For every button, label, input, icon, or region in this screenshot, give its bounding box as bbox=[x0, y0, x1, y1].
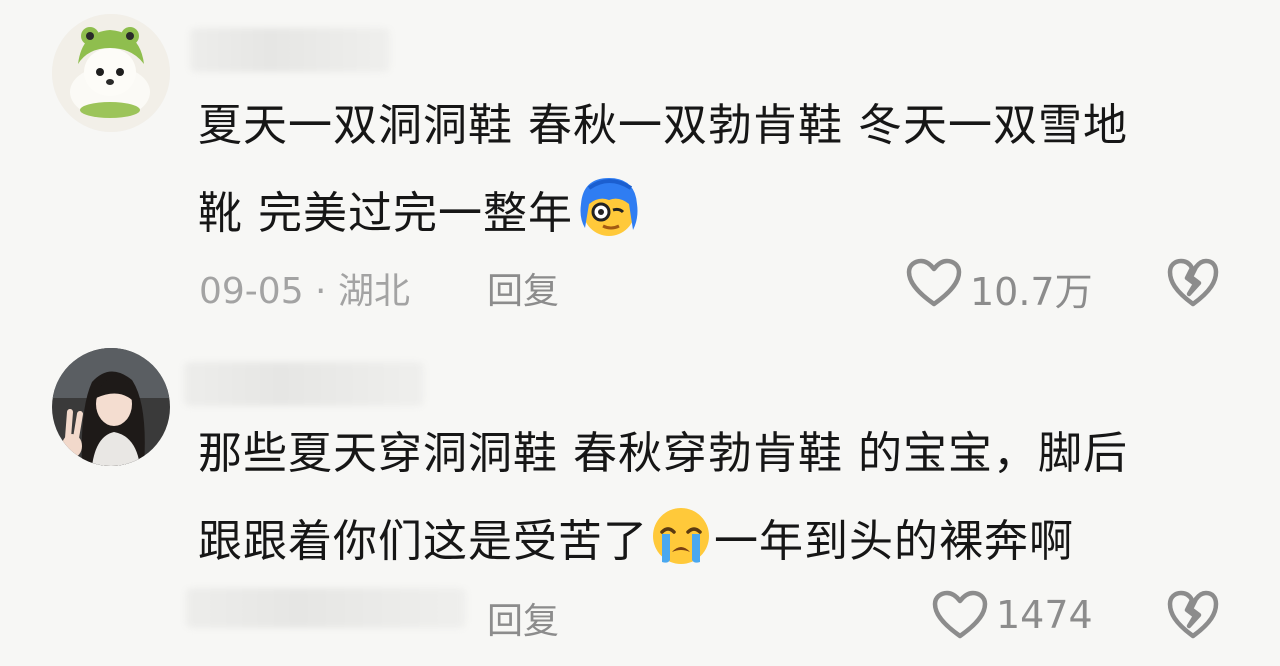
comment-text-line2: 靴 完美过完一整年 bbox=[198, 188, 573, 239]
dislike-broken-heart-icon[interactable] bbox=[1167, 258, 1219, 312]
comment-text: 那些夏天穿洞洞鞋 春秋穿勃肯鞋 的宝宝，脚后 跟跟着你们这是受苦了 一年到头的裸… bbox=[198, 410, 1208, 596]
reply-button[interactable]: 回复 bbox=[487, 592, 559, 644]
comment-item-1: 夏天一双洞洞鞋 春秋一双勃肯鞋 冬天一双雪地 靴 完美过完一整年 09-05 ·… bbox=[0, 0, 1280, 320]
reply-button[interactable]: 回复 bbox=[487, 262, 559, 314]
comment-text-line1: 那些夏天穿洞洞鞋 春秋穿勃肯鞋 的宝宝，脚后 bbox=[198, 428, 1128, 479]
comment-text-line2-a: 跟跟着你们这是受苦了 bbox=[198, 516, 648, 567]
dislike-broken-heart-icon[interactable] bbox=[1167, 590, 1219, 644]
blue-hair-monocle-emoji-icon bbox=[573, 174, 643, 268]
comment-text-line1: 夏天一双洞洞鞋 春秋一双勃肯鞋 冬天一双雪地 bbox=[198, 100, 1128, 151]
like-heart-icon[interactable] bbox=[906, 258, 962, 312]
girl-selfie-icon bbox=[52, 348, 170, 466]
comment-text: 夏天一双洞洞鞋 春秋一双勃肯鞋 冬天一双雪地 靴 完美过完一整年 bbox=[198, 82, 1208, 268]
username-blurred[interactable] bbox=[184, 362, 424, 406]
avatar[interactable] bbox=[52, 348, 170, 466]
like-heart-icon[interactable] bbox=[932, 590, 988, 644]
dog-in-frog-hat-icon bbox=[52, 14, 170, 132]
username-blurred[interactable] bbox=[190, 28, 390, 72]
comment-date-location: 09-05 · 湖北 bbox=[199, 271, 410, 312]
comment-item-2: 那些夏天穿洞洞鞋 春秋穿勃肯鞋 的宝宝，脚后 跟跟着你们这是受苦了 一年到头的裸… bbox=[0, 330, 1280, 666]
avatar[interactable] bbox=[52, 14, 170, 132]
like-count: 10.7万 bbox=[970, 270, 1093, 314]
meta-blurred bbox=[186, 588, 466, 628]
comment-text-line2-b: 一年到头的裸奔啊 bbox=[714, 516, 1074, 567]
like-count: 1474 bbox=[996, 593, 1093, 637]
crying-face-emoji-icon bbox=[648, 504, 714, 596]
